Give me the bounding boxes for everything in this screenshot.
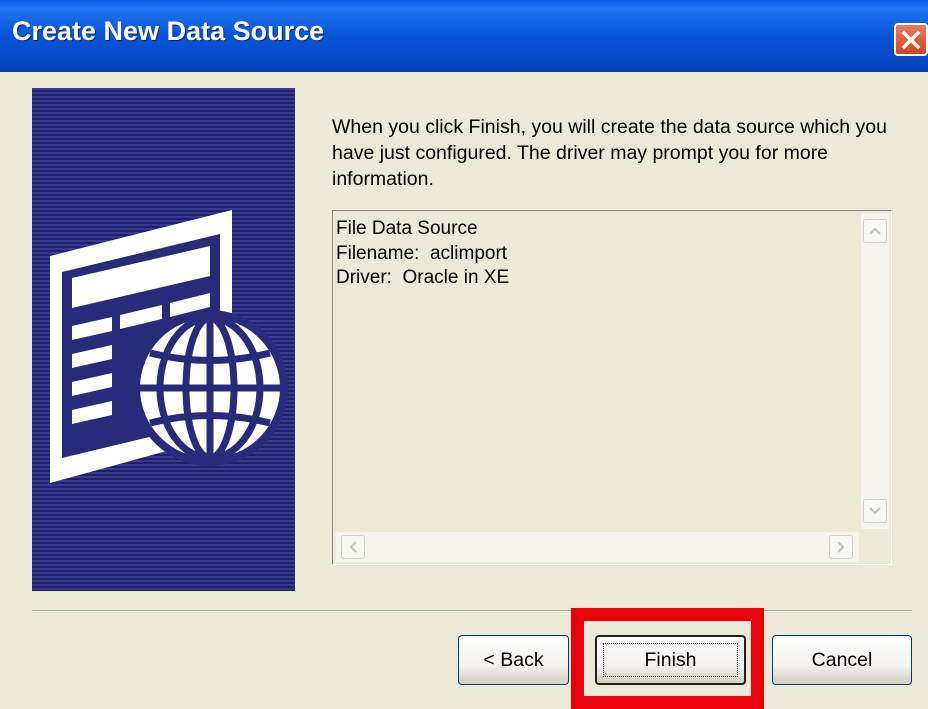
scroll-down-button[interactable] <box>863 499 887 523</box>
window-title: Create New Data Source <box>12 16 325 46</box>
scroll-up-button[interactable] <box>863 219 887 243</box>
summary-content: File Data Source Filename: aclimport Dri… <box>336 217 509 291</box>
wizard-side-panel <box>32 88 295 591</box>
chevron-down-icon <box>869 507 881 515</box>
chevron-right-icon <box>837 541 845 553</box>
focus-rectangle <box>603 643 738 677</box>
title-bar[interactable]: Create New Data Source <box>0 0 928 72</box>
chevron-left-icon <box>349 541 357 553</box>
back-button-label: < Back <box>483 648 544 671</box>
instruction-text: When you click Finish, you will create t… <box>332 116 887 190</box>
chevron-up-icon <box>869 227 881 235</box>
cancel-button-label: Cancel <box>811 648 873 671</box>
scrollbar-corner <box>861 532 889 562</box>
vertical-scrollbar[interactable] <box>861 213 889 529</box>
scroll-left-button[interactable] <box>341 535 365 559</box>
data-source-globe-icon <box>50 210 288 483</box>
summary-line-driver: Driver: Oracle in XE <box>336 267 510 288</box>
scroll-right-button[interactable] <box>829 535 853 559</box>
close-button[interactable] <box>894 23 928 56</box>
summary-line-type: File Data Source <box>336 218 478 239</box>
cancel-button[interactable]: Cancel <box>772 635 912 685</box>
back-button[interactable]: < Back <box>458 635 569 685</box>
summary-textbox[interactable]: File Data Source Filename: aclimport Dri… <box>332 210 892 565</box>
close-icon <box>901 30 921 49</box>
button-separator <box>32 610 912 612</box>
horizontal-scrollbar[interactable] <box>335 532 859 562</box>
summary-line-filename: Filename: aclimport <box>336 242 508 264</box>
finish-button[interactable]: Finish <box>595 635 746 685</box>
